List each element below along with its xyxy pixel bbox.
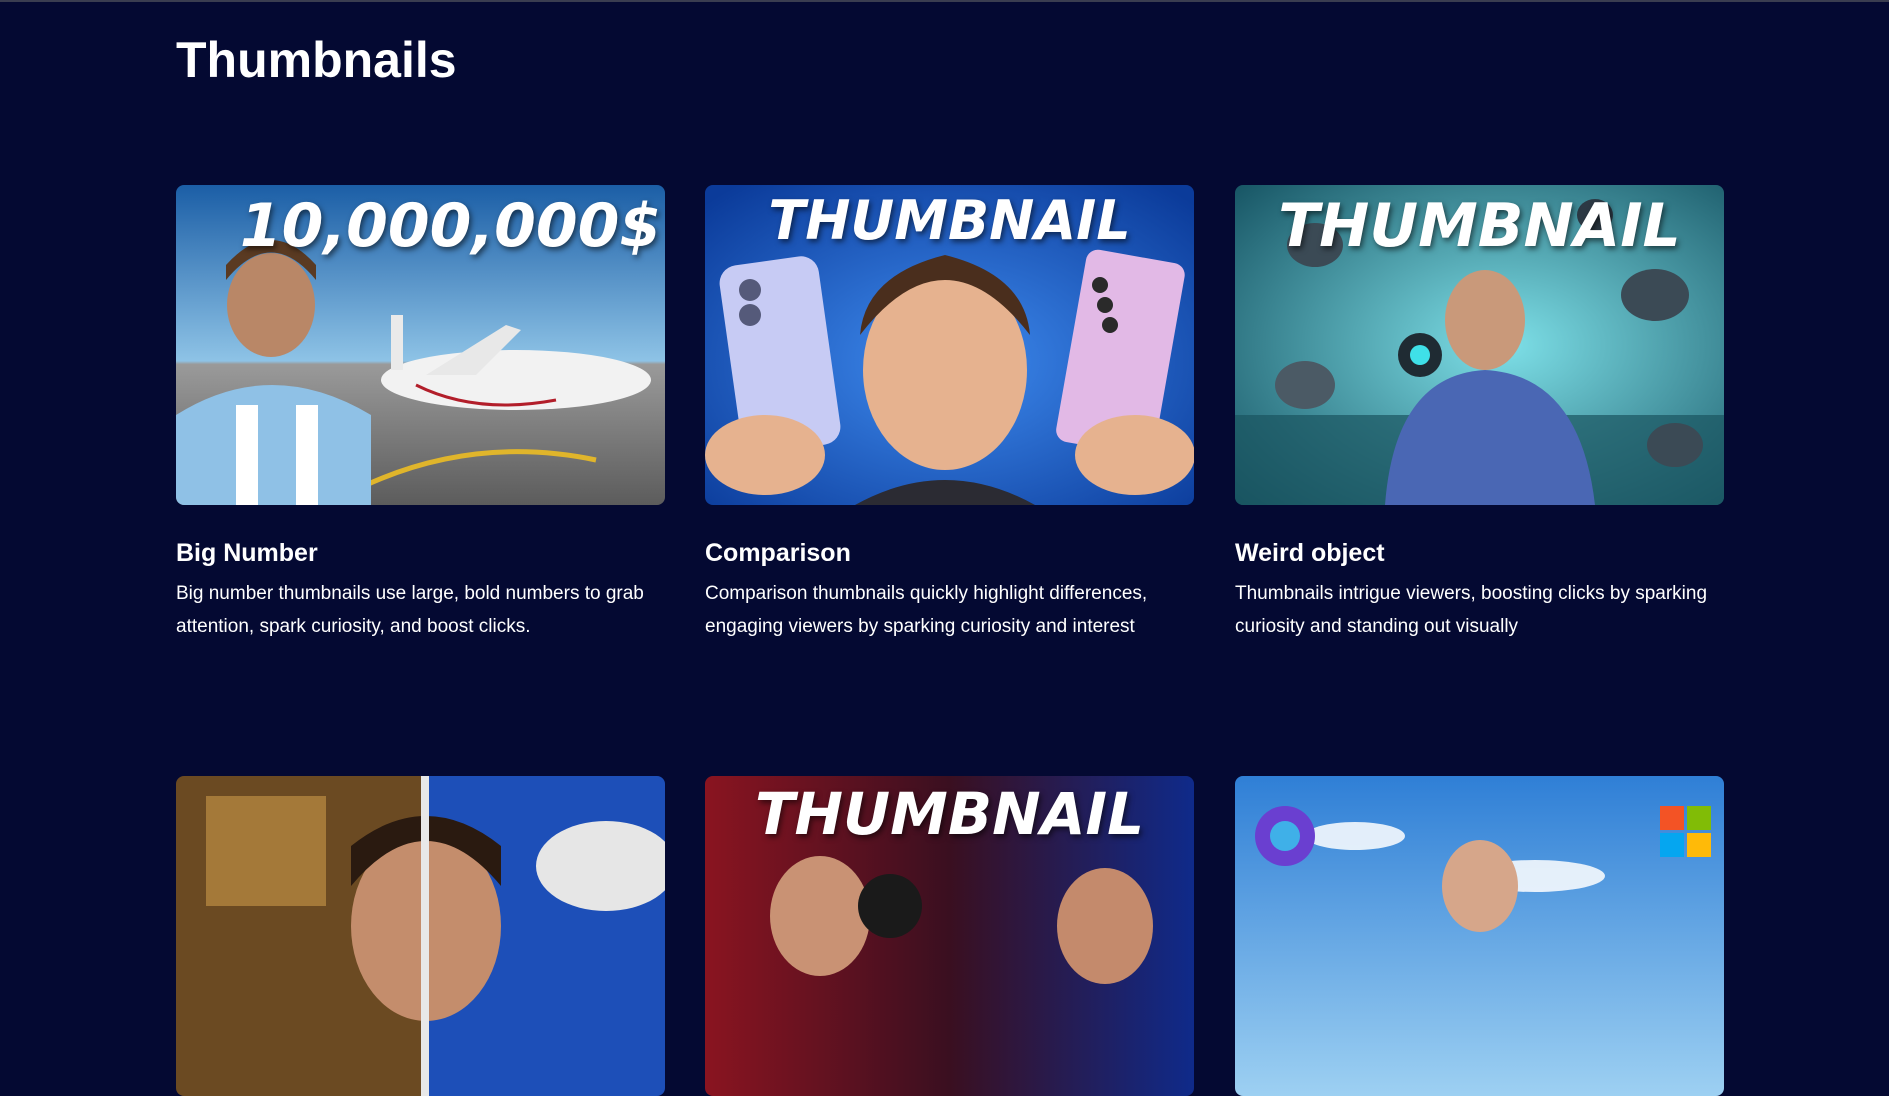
thumbnail-card-big-number[interactable]: 10,000,000$ Big Number Big number thumbn… (176, 185, 665, 637)
window-top-border (0, 0, 1889, 2)
thumbnail-image-boxing[interactable]: THUMBNAIL (705, 776, 1194, 1096)
card-description: Big number thumbnails use large, bold nu… (176, 583, 644, 637)
thumbnail-image-split-face[interactable] (176, 776, 665, 1096)
thumbnail-overlay-text: THUMBNAIL (1278, 191, 1681, 261)
thumbnail-card-comparison[interactable]: THUMBNAIL Comparison Comparison thumbnai… (705, 185, 1194, 637)
card-description: Thumbnails intrigue viewers, boosting cl… (1235, 583, 1708, 637)
thumbnail-image-logos-sky[interactable] (1235, 776, 1724, 1096)
thumbnail-card-weird-object[interactable]: THUMBNAIL Weird object Thumbnails intrig… (1235, 185, 1724, 637)
card-title: Big Number (176, 539, 318, 567)
thumbnail-overlay-text: THUMBNAIL (768, 189, 1131, 252)
card-title: Comparison (705, 539, 851, 567)
thumbnail-card[interactable] (1235, 776, 1724, 1096)
page-title: Thumbnails (176, 32, 457, 88)
thumbnail-overlay-text: THUMBNAIL (754, 780, 1145, 848)
thumbnail-card[interactable]: THUMBNAIL (705, 776, 1194, 1096)
thumbnail-image-weird-object[interactable]: THUMBNAIL (1235, 185, 1724, 505)
thumbnail-card[interactable] (176, 776, 665, 1096)
card-title: Weird object (1235, 539, 1385, 567)
card-description: Comparison thumbnails quickly highlight … (705, 583, 1148, 637)
thumbnail-overlay-text: 10,000,000$ (239, 191, 662, 261)
thumbnail-image-comparison[interactable]: THUMBNAIL (705, 185, 1194, 505)
thumbnail-image-big-number[interactable]: 10,000,000$ (176, 185, 665, 505)
